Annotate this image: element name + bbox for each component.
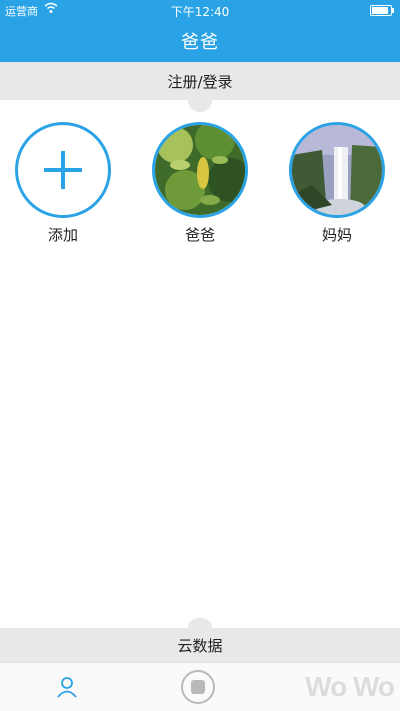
cloud-data-bar[interactable]: 云数据 (0, 618, 400, 662)
top-bar: 运营商 下午12:40 爸爸 (0, 0, 400, 62)
record-icon[interactable] (181, 670, 215, 704)
avatar[interactable] (152, 122, 248, 218)
page-title: 爸爸 (181, 32, 219, 53)
battery-icon (370, 5, 394, 16)
status-time: 下午12:40 (170, 5, 230, 19)
plus-icon[interactable] (15, 122, 111, 218)
tab-bar: Wo Wo (0, 662, 400, 711)
avatar[interactable] (289, 122, 385, 218)
profile-label: 添加 (47, 226, 78, 244)
profile-label: 妈妈 (321, 226, 352, 244)
profile-dad[interactable]: 爸爸 (145, 122, 255, 245)
waterfall-photo (292, 125, 382, 215)
profile-label: 爸爸 (184, 226, 215, 244)
user-icon[interactable] (56, 676, 78, 702)
forest-photo (155, 125, 245, 215)
watermark: Wo Wo (305, 671, 395, 702)
add-profile-button[interactable]: 添加 (8, 122, 118, 245)
cloud-data-label: 云数据 (177, 636, 223, 655)
status-bar: 运营商 下午12:40 (0, 0, 400, 20)
login-register-bar[interactable]: 注册/登录 (0, 62, 400, 112)
profile-mom[interactable]: 妈妈 (282, 122, 392, 245)
login-register-label: 注册/登录 (167, 72, 233, 91)
profile-list: 添加 爸爸 妈妈 (0, 122, 400, 252)
